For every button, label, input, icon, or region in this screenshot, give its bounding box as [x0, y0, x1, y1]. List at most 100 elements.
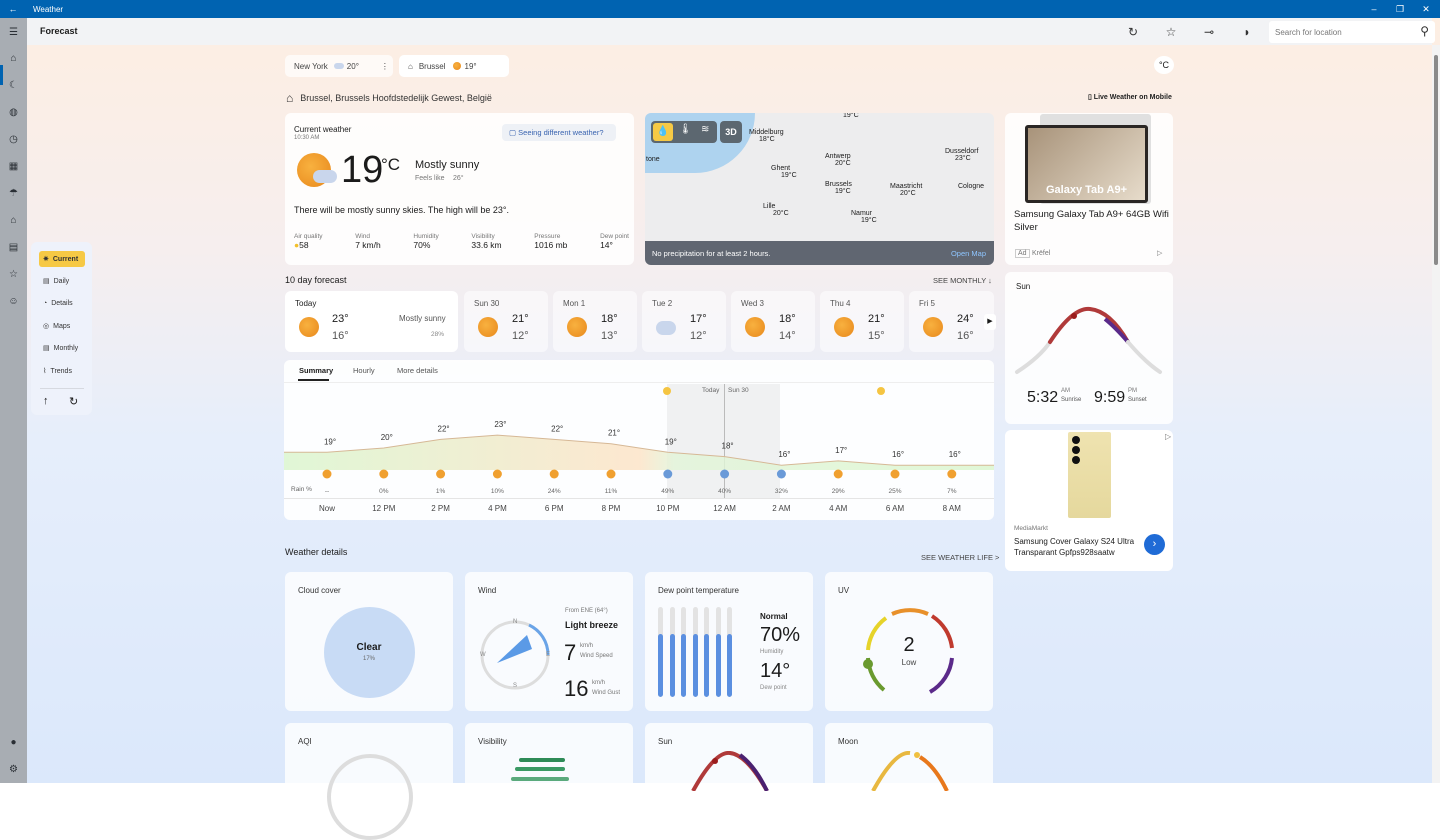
- ad-choices-icon[interactable]: ▷: [1165, 432, 1171, 441]
- home-icon[interactable]: ⌂: [0, 48, 27, 68]
- wind-card[interactable]: Wind N E S W From ENE (64°) Light breeze…: [465, 572, 633, 711]
- favorite-star-icon[interactable]: ☆: [1162, 23, 1180, 41]
- metric-humidity[interactable]: Humidity 70%: [413, 233, 438, 250]
- metric-pressure[interactable]: Pressure 1016 mb: [534, 233, 567, 250]
- wind-icon[interactable]: ≋: [701, 124, 709, 135]
- map-city[interactable]: Namur 19°C: [851, 210, 877, 224]
- sun-card[interactable]: Sun 5:32 AM Sunrise 9:59 PM Sunset: [1005, 272, 1173, 424]
- umbrella-icon[interactable]: ☂: [0, 183, 27, 203]
- metric-air-quality[interactable]: Air quality ●58: [294, 233, 323, 250]
- location-pill-newyork[interactable]: New York 20° ⋮: [285, 55, 393, 77]
- menu-label: Details: [51, 299, 73, 307]
- account-icon[interactable]: ●: [0, 732, 27, 752]
- sun-arc: [1015, 306, 1162, 374]
- uv-card[interactable]: UV 2 Low: [825, 572, 993, 711]
- menu-item-current[interactable]: ✷ Current: [39, 251, 85, 267]
- more-options-icon[interactable]: ⋮: [381, 62, 389, 71]
- scroll-top-icon[interactable]: ↑: [43, 395, 49, 407]
- day-label: Sun 30: [474, 299, 500, 308]
- unit-selector[interactable]: °C: [1154, 56, 1174, 74]
- humidity-bar-fill: [681, 634, 686, 697]
- open-map-link[interactable]: Open Map: [951, 249, 986, 258]
- search-input[interactable]: Search for location ⚲: [1269, 21, 1435, 43]
- 3d-button[interactable]: 3D: [720, 121, 742, 143]
- map-city[interactable]: Lille 20°C: [763, 203, 789, 217]
- menu-icon[interactable]: ☰: [0, 22, 27, 42]
- low-temp: 14°: [779, 330, 796, 342]
- map-city[interactable]: Cologne: [958, 183, 984, 190]
- ad-card-phone[interactable]: ▷ MediaMarkt Samsung Cover Galaxy S24 Ul…: [1005, 430, 1173, 571]
- map-city[interactable]: Middelburg 18°C: [749, 129, 784, 143]
- location-pill-brussel[interactable]: ⌂ Brussel 19°: [399, 55, 509, 77]
- scrollbar-thumb[interactable]: [1434, 55, 1438, 265]
- live-weather-mobile-link[interactable]: ▯ Live Weather on Mobile: [1088, 93, 1172, 101]
- menu-item-maps[interactable]: ◎ Maps: [39, 318, 85, 334]
- smiley-icon[interactable]: ☺: [0, 291, 27, 311]
- day-label: Today: [295, 299, 317, 308]
- minimize-button[interactable]: –: [1361, 0, 1387, 18]
- pin-icon[interactable]: ⊸: [1200, 23, 1218, 41]
- day-card[interactable]: Tue 2 17° 12°: [642, 291, 726, 352]
- day-card-today[interactable]: Today 23° 16° Mostly sunny 28%: [285, 291, 458, 352]
- see-monthly-link[interactable]: SEE MONTHLY ↓: [933, 276, 992, 285]
- day-card[interactable]: Sun 30 21° 12°: [464, 291, 548, 352]
- dew-point-card[interactable]: Dew point temperature Normal 70% Humidit…: [645, 572, 813, 711]
- maximize-button[interactable]: ❐: [1387, 0, 1413, 18]
- metric-wind[interactable]: Wind 7 km/h: [355, 233, 381, 250]
- menu-item-daily[interactable]: ▤ Daily: [39, 273, 85, 289]
- tile-title: Cloud cover: [298, 586, 341, 595]
- rain-value: 10%: [491, 488, 504, 495]
- map-city[interactable]: Dusseldorf 23°C: [945, 148, 978, 162]
- map-city[interactable]: Antwerp 20°C: [825, 153, 851, 167]
- calendar-icon[interactable]: ▦: [0, 156, 27, 176]
- settings-icon[interactable]: ⚙: [0, 759, 27, 779]
- temperature-icon[interactable]: 🌡: [679, 124, 692, 135]
- menu-item-trends[interactable]: ⌇ Trends: [39, 363, 85, 379]
- map-city[interactable]: 19°C: [843, 113, 859, 119]
- metric-visibility[interactable]: Visibility 33.6 km: [471, 233, 501, 250]
- next-days-arrow[interactable]: ▶: [984, 314, 996, 330]
- see-weather-life-link[interactable]: SEE WEATHER LIFE >: [921, 553, 999, 562]
- humidity-bar: [727, 607, 732, 697]
- map-city[interactable]: Ghent 19°C: [771, 165, 797, 179]
- weather-map[interactable]: 💧 🌡 ≋ 3D tone Middelburg 18°C Antwerp 20°C…: [645, 113, 994, 265]
- day-card[interactable]: Mon 1 18° 13°: [553, 291, 637, 352]
- ad-choices-icon[interactable]: ▷: [1157, 249, 1162, 257]
- close-button[interactable]: ✕: [1413, 0, 1439, 18]
- scrollbar[interactable]: [1432, 45, 1440, 783]
- partly-cloudy-icon: [478, 317, 498, 337]
- metric-dew-point[interactable]: Dew point 14°: [600, 233, 629, 250]
- refresh-icon[interactable]: ↻: [69, 395, 78, 408]
- chart-icon[interactable]: ▤: [0, 237, 27, 257]
- day-card[interactable]: Fri 5 24° 16°: [909, 291, 994, 352]
- map-layer-toggle[interactable]: 💧 🌡 ≋: [651, 121, 717, 143]
- search-icon[interactable]: ⚲: [1420, 24, 1429, 38]
- day-card[interactable]: Thu 4 21° 15°: [820, 291, 904, 352]
- humidity-bar: [681, 607, 686, 697]
- location-temp: 19°: [464, 61, 477, 71]
- globe-icon[interactable]: ◍: [0, 102, 27, 122]
- cloud-cover-card[interactable]: Cloud cover Clear 17%: [285, 572, 453, 711]
- precipitation-icon[interactable]: 💧: [653, 123, 673, 141]
- day-card[interactable]: Wed 3 18° 14°: [731, 291, 815, 352]
- refresh-icon[interactable]: ↻: [1124, 23, 1142, 41]
- high-temp: 24°: [957, 313, 974, 325]
- time-label: 2 AM: [772, 504, 791, 513]
- back-button[interactable]: ←: [0, 4, 26, 14]
- moon-icon[interactable]: ☾: [0, 75, 27, 95]
- menu-item-details[interactable]: ◔ Details: [39, 295, 85, 311]
- ad-card-tablet[interactable]: Galaxy Tab A9+ Samsung Galaxy Tab A9+ 64…: [1005, 113, 1173, 265]
- ad-go-button[interactable]: ›: [1144, 534, 1165, 555]
- menu-item-monthly[interactable]: ▤ Monthly: [39, 340, 85, 356]
- house-icon[interactable]: ⌂: [0, 210, 27, 230]
- map-city[interactable]: Brussels 19°C: [825, 181, 852, 195]
- rain-value: 29%: [832, 488, 845, 495]
- map-pin-icon: ◎: [43, 323, 50, 330]
- sun-position-icon: [1071, 313, 1077, 319]
- dark-mode-icon[interactable]: ◗: [1238, 23, 1256, 41]
- clock-icon[interactable]: ◷: [0, 129, 27, 149]
- map-city[interactable]: Maastricht 20°C: [890, 183, 922, 197]
- star-icon[interactable]: ☆: [0, 264, 27, 284]
- humidity-bar-fill: [727, 634, 732, 697]
- feedback-button[interactable]: ▢ Seeing different weather?: [502, 124, 616, 141]
